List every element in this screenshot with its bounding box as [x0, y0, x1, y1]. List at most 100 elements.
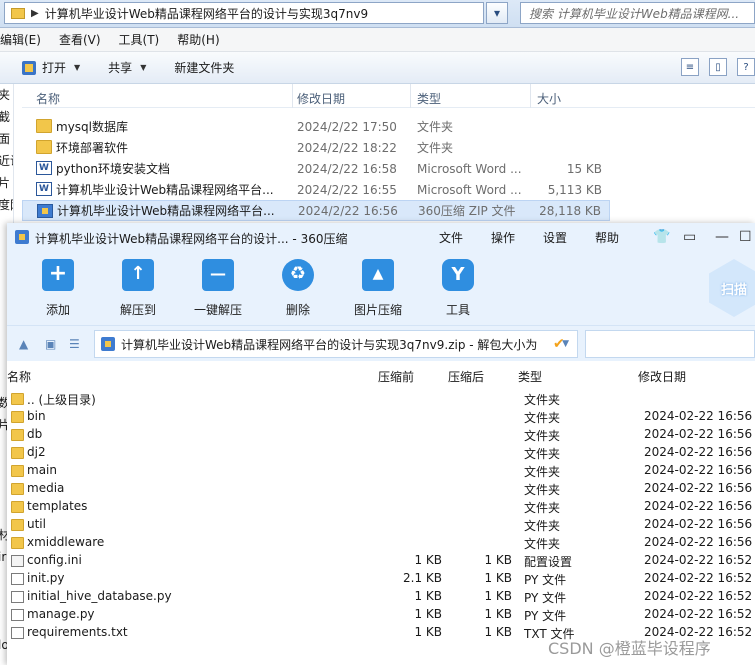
folder-icon [11, 411, 24, 423]
folder-icon [11, 501, 24, 513]
archive-entry-row[interactable]: templates 文件夹 2024-02-22 16:56 [7, 498, 755, 516]
nav-item[interactable]: 片 [0, 172, 13, 194]
address-dropdown-button[interactable]: ▾ [486, 2, 508, 24]
word-icon [36, 182, 52, 196]
thumbnail-view-icon[interactable]: ▣ [45, 337, 56, 351]
zip-menu-settings[interactable]: 设置 [543, 229, 567, 246]
entry-size-before: 1 KB [414, 553, 442, 567]
archive-entry-row[interactable]: xmiddleware 文件夹 2024-02-22 16:56 [7, 534, 755, 552]
col-name[interactable]: 名称 [36, 90, 60, 107]
entry-modified: 2024-02-22 16:56 [644, 409, 753, 423]
archive-entry-row[interactable]: init.py 2.1 KB 1 KB PY 文件 2024-02-22 16:52 [7, 570, 755, 588]
file-date: 2024/2/22 16:58 [297, 161, 397, 176]
zip-path-text: 计算机毕业设计Web精品课程网络平台的设计与实现3q7nv9.zip - 解包大… [121, 337, 538, 352]
archive-entry-row[interactable]: .. (上级目录) 文件夹 [7, 390, 755, 408]
folder-icon [11, 393, 24, 405]
menu-help[interactable]: 帮助(H) [177, 31, 219, 48]
tools-button[interactable]: 工具 [423, 259, 493, 318]
entry-type: 文件夹 [524, 465, 561, 479]
tool-label: 解压到 [119, 303, 156, 317]
file-name: 计算机毕业设计Web精品课程网络平台... [57, 204, 275, 218]
archive-entry-row[interactable]: db 文件夹 2024-02-22 16:56 [7, 426, 755, 444]
preview-pane-icon[interactable]: ▯ [709, 58, 727, 76]
add-button[interactable]: 添加 [23, 259, 93, 318]
tool-label: 添加 [45, 303, 70, 317]
nav-item[interactable]: 夹 [0, 84, 13, 106]
archive-entry-row[interactable]: util 文件夹 2024-02-22 16:56 [7, 516, 755, 534]
file-name: 环境部署软件 [56, 141, 129, 155]
view-options-icon[interactable]: ≡ [681, 58, 699, 76]
archive-entry-row[interactable]: main 文件夹 2024-02-22 16:56 [7, 462, 755, 480]
file-type: 360压缩 ZIP 文件 [418, 204, 516, 218]
maximize-icon[interactable]: ☐ [739, 229, 752, 245]
zip-col-type[interactable]: 类型 [518, 368, 542, 385]
file-row[interactable]: 计算机毕业设计Web精品课程网络平台... 2024/2/22 16:56 360压… [22, 200, 610, 221]
col-type[interactable]: 类型 [417, 90, 441, 107]
col-size[interactable]: 大小 [537, 90, 561, 107]
nav-item[interactable]: 近访 [0, 150, 13, 172]
new-folder-label: 新建文件夹 [174, 61, 235, 75]
archive-logo-icon [15, 230, 29, 244]
one-click-extract-button[interactable]: 一键解压 [183, 259, 253, 318]
column-divider[interactable] [530, 84, 531, 108]
menu-view[interactable]: 查看(V) [59, 31, 101, 48]
entry-name: xmiddleware [27, 535, 105, 549]
nav-item[interactable]: 度网 [0, 194, 13, 216]
entry-type: 配置设置 [524, 555, 573, 569]
explorer-search-input[interactable]: 搜索 计算机毕业设计Web精品课程网... [520, 2, 755, 24]
column-divider[interactable] [292, 84, 293, 108]
share-button[interactable]: 共享 ▼ [108, 59, 146, 76]
archive-entry-row[interactable]: bin 文件夹 2024-02-22 16:56 [7, 408, 755, 426]
archive-entry-row[interactable]: config.ini 1 KB 1 KB 配置设置 2024-02-22 16:52 [7, 552, 755, 570]
new-folder-button[interactable]: 新建文件夹 [174, 59, 234, 76]
archive-entry-row[interactable]: media 文件夹 2024-02-22 16:56 [7, 480, 755, 498]
entry-type: PY 文件 [524, 609, 567, 623]
zip-path-input[interactable]: 计算机毕业设计Web精品课程网络平台的设计与实现3q7nv9.zip - 解包大… [94, 330, 578, 358]
file-row[interactable]: mysql数据库 2024/2/22 17:50 文件夹 [22, 116, 610, 137]
archive-entry-row[interactable]: manage.py 1 KB 1 KB PY 文件 2024-02-22 16:52 [7, 606, 755, 624]
skin-icon[interactable]: 👕 [653, 229, 670, 245]
image-compress-button[interactable]: 图片压缩 [343, 259, 413, 318]
feedback-icon[interactable]: ▭ [683, 229, 696, 245]
zip-menu-help[interactable]: 帮助 [595, 229, 619, 246]
open-button[interactable]: 打开 ▼ [22, 59, 80, 76]
breadcrumb-arrow-icon[interactable]: ▶ [31, 8, 39, 19]
file-type: 文件夹 [417, 141, 454, 155]
minimize-icon[interactable]: — [715, 229, 729, 245]
file-date: 2024/2/22 16:56 [298, 203, 398, 218]
archive-entry-row[interactable]: dj2 文件夹 2024-02-22 16:56 [7, 444, 755, 462]
chevron-down-icon: ▼ [140, 63, 147, 72]
menu-edit[interactable]: 编辑(E) [0, 31, 41, 48]
file-row[interactable]: 计算机毕业设计Web精品课程网络平台... 2024/2/22 16:55 Micr… [22, 179, 610, 200]
path-dropdown-icon[interactable]: ▼ [562, 339, 569, 349]
extract-to-button[interactable]: 解压到 [103, 259, 173, 318]
col-date[interactable]: 修改日期 [297, 90, 345, 107]
zip-col-after[interactable]: 压缩后 [448, 368, 484, 385]
menu-tools[interactable]: 工具(T) [119, 31, 160, 48]
zip-col-name[interactable]: 名称 [7, 368, 31, 385]
entry-modified: 2024-02-22 16:52 [644, 607, 753, 621]
entry-modified: 2024-02-22 16:56 [644, 499, 753, 513]
zip-menu-file[interactable]: 文件 [439, 229, 463, 246]
column-divider[interactable] [410, 84, 411, 108]
list-view-icon[interactable]: ☰ [69, 337, 80, 351]
nav-item[interactable]: 面 [0, 128, 13, 150]
delete-button[interactable]: 删除 [263, 259, 333, 318]
zip-column-headers: 名称 压缩前 压缩后 类型 修改日期 [7, 366, 755, 386]
zip-col-before[interactable]: 压缩前 [378, 368, 414, 385]
file-row[interactable]: 环境部署软件 2024/2/22 18:22 文件夹 [22, 137, 610, 158]
help-icon[interactable]: ? [737, 58, 755, 76]
tool-label: 一键解压 [193, 303, 242, 317]
nav-item[interactable]: 截 [0, 106, 13, 128]
zip-search-input[interactable] [585, 330, 755, 358]
tool-label: 图片压缩 [353, 303, 402, 317]
entry-size-after: 1 KB [484, 553, 512, 567]
file-row[interactable]: python环境安装文档 2024/2/22 16:58 Microsoft Wor… [22, 158, 610, 179]
entry-type: 文件夹 [524, 501, 561, 515]
zip-col-modified[interactable]: 修改日期 [638, 368, 686, 385]
up-arrow-icon[interactable]: ▲ [19, 337, 28, 351]
explorer-address-bar[interactable]: ▶ 计算机毕业设计Web精品课程网络平台的设计与实现3q7nv9 [4, 2, 484, 24]
zip-menu-operate[interactable]: 操作 [491, 229, 515, 246]
folder-icon [36, 140, 52, 154]
archive-entry-row[interactable]: initial_hive_database.py 1 KB 1 KB PY 文件 202… [7, 588, 755, 606]
